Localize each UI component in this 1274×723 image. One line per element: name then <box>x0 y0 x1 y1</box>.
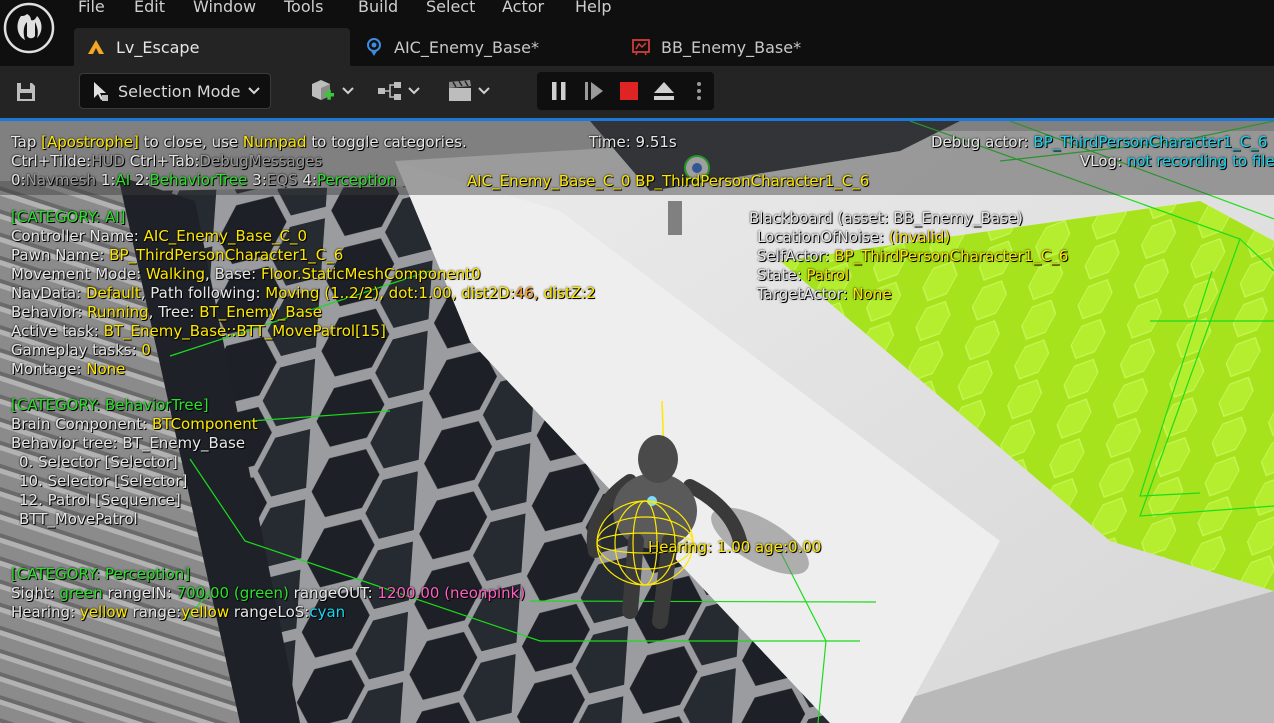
pause-button[interactable] <box>543 77 575 105</box>
cursor-arrow-icon <box>90 80 110 102</box>
add-actor-button[interactable] <box>308 75 356 107</box>
blackboard-location: LocationOfNoise: (invalid) <box>757 228 951 246</box>
ai-navdata-line: NavData: Default, Path following: Moving… <box>11 284 596 302</box>
blackboard-target: TargetActor: None <box>757 285 892 303</box>
more-vertical-icon <box>697 82 701 100</box>
ai-montage-line: Montage: None <box>11 360 126 378</box>
unreal-logo-icon[interactable] <box>3 2 55 54</box>
main-toolbar: Selection Mode <box>0 66 1274 118</box>
ai-task-line: Active task: BT_Enemy_Base::BTT_MovePatr… <box>11 322 386 340</box>
perception-category-header: [CATEGORY: Perception] <box>11 565 191 583</box>
perception-hearing-line: Hearing: yellow range:yellow rangeLoS:cy… <box>11 603 346 621</box>
tab-lv-escape[interactable]: Lv_Escape <box>74 28 350 66</box>
menu-file[interactable]: File <box>78 0 105 16</box>
bt-node: 0. Selector [Selector] <box>19 453 178 471</box>
ai-gameplay-line: Gameplay tasks: 0 <box>11 341 151 359</box>
menu-build[interactable]: Build <box>358 0 398 16</box>
bt-category-header: [CATEGORY: BehaviorTree] <box>11 396 209 414</box>
selection-mode-dropdown[interactable]: Selection Mode <box>79 73 271 109</box>
ai-movement-line: Movement Mode: Walking, Base: Floor.Stat… <box>11 265 481 283</box>
clapperboard-icon <box>449 80 490 101</box>
play-options-button[interactable] <box>687 77 711 105</box>
bt-tree-line: Behavior tree: BT_Enemy_Base <box>11 434 246 452</box>
perception-sight-line: Sight: green rangeIN: 700.00 (green) ran… <box>11 584 526 602</box>
level-icon <box>86 37 106 57</box>
play-controls <box>537 72 714 110</box>
stop-button[interactable] <box>613 77 645 105</box>
menu-select[interactable]: Select <box>426 0 475 16</box>
menu-help[interactable]: Help <box>575 0 611 16</box>
bt-node: 12. Patrol [Sequence] <box>19 491 181 509</box>
tab-label: AIC_Enemy_Base* <box>394 37 539 57</box>
bt-brain-line: Brain Component: BTComponent <box>11 415 258 433</box>
debug-help-line: Tap [Apostrophe] to close, use Numpad to… <box>11 133 467 151</box>
cinematics-button[interactable] <box>446 75 494 107</box>
tab-aic-enemy-base[interactable]: AIC_Enemy_Base* <box>350 28 617 66</box>
menu-actor[interactable]: Actor <box>502 0 544 16</box>
pause-icon <box>552 82 566 100</box>
ai-controller-line: Controller Name: AIC_Enemy_Base_C_0 <box>11 227 308 245</box>
step-frame-button[interactable] <box>578 77 610 105</box>
blackboard-icon <box>631 37 651 57</box>
chevron-down-icon <box>248 87 261 95</box>
blueprint-button[interactable] <box>376 75 424 107</box>
step-forward-icon <box>585 82 603 100</box>
blackboard-self: SelfActor: BP_ThirdPersonCharacter1_C_6 <box>757 247 1069 265</box>
ai-behavior-line: Behavior: Running, Tree: BT_Enemy_Base <box>11 303 322 321</box>
ai-controller-icon <box>364 37 384 57</box>
document-tabs: Lv_Escape AIC_Enemy_Base* BB_Enemy_Base* <box>74 28 821 66</box>
debug-categories: 0:Navmesh 1:AI 2:BehaviorTree 3:EQS 4:Pe… <box>11 171 397 189</box>
ai-category-header: [CATEGORY: AI] <box>11 208 126 226</box>
menu-window[interactable]: Window <box>193 0 256 16</box>
menu-tools[interactable]: Tools <box>284 0 323 16</box>
selection-mode-label: Selection Mode <box>118 81 241 101</box>
add-actor-icon <box>312 80 354 100</box>
debug-actor-line: AIC_Enemy_Base_C_0 BP_ThirdPersonCharact… <box>467 172 870 190</box>
tab-label: BB_Enemy_Base* <box>661 37 802 57</box>
stop-icon <box>620 82 638 100</box>
blueprint-icon <box>378 82 420 100</box>
debug-time: Time: 9.51s <box>589 133 677 151</box>
eject-button[interactable] <box>648 77 680 105</box>
bt-node: BTT_MovePatrol <box>19 510 138 528</box>
blackboard-header: Blackboard (asset: BB_Enemy_Base) <box>749 209 1023 227</box>
debug-vlog: VLog: not recording to file <box>1080 152 1274 170</box>
eject-icon <box>654 82 674 100</box>
level-viewport[interactable]: Tap [Apostrophe] to close, use Numpad to… <box>0 121 1274 723</box>
bt-node: 10. Selector [Selector] <box>19 472 188 490</box>
tab-label: Lv_Escape <box>116 37 200 57</box>
save-icon <box>17 83 35 101</box>
debug-shortcuts: Ctrl+Tilde:HUD Ctrl+Tab:DebugMessages <box>11 152 323 170</box>
blackboard-state: State: Patrol <box>757 266 850 284</box>
hearing-stimulus-label: Hearing: 1.00 age:0.00 <box>648 538 822 556</box>
ai-pawn-line: Pawn Name: BP_ThirdPersonCharacter1_C_6 <box>11 246 344 264</box>
debug-actor: Debug actor: BP_ThirdPersonCharacter1_C_… <box>931 133 1268 151</box>
title-bar: File Edit Window Tools Build Select Acto… <box>0 0 1274 66</box>
save-button[interactable] <box>12 78 40 106</box>
tab-bb-enemy-base[interactable]: BB_Enemy_Base* <box>617 28 821 66</box>
menu-edit[interactable]: Edit <box>134 0 165 16</box>
